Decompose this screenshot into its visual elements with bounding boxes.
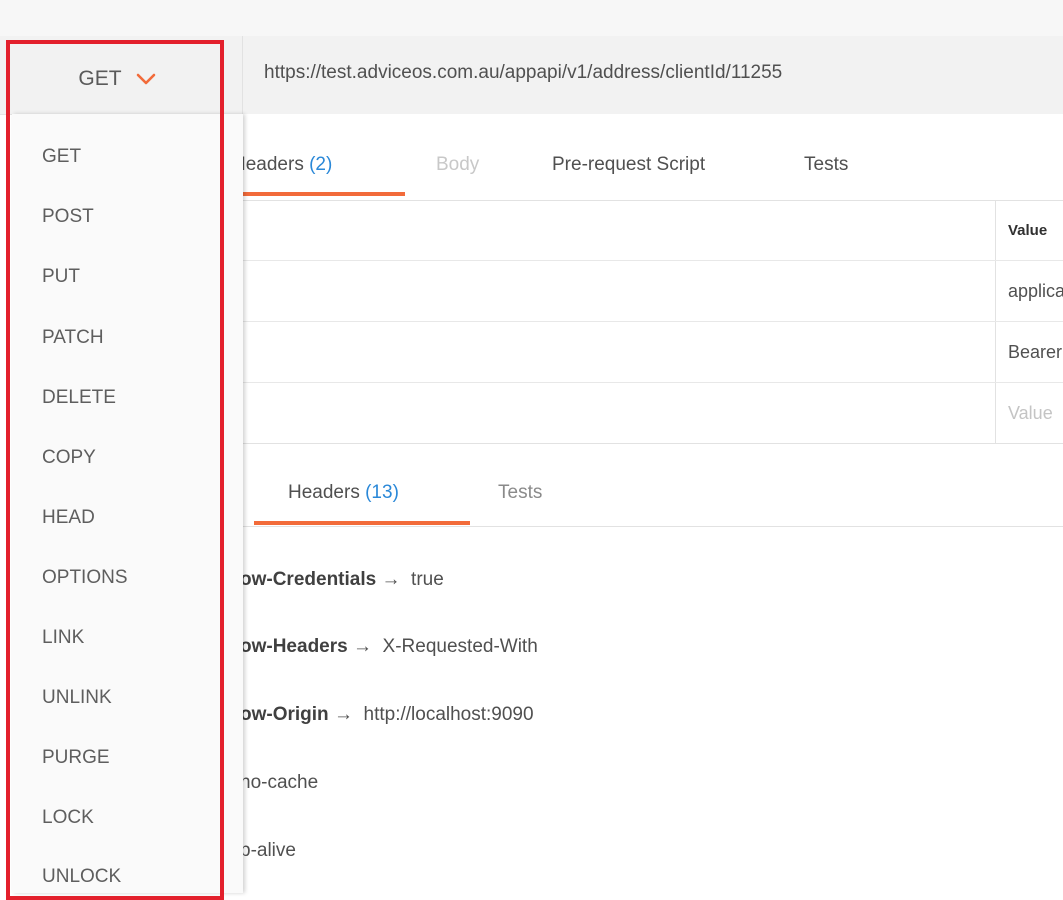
response-header-key: ow-Headers: [240, 636, 348, 657]
response-header-line: ow-Credentials → true: [240, 569, 444, 591]
method-option-lock[interactable]: LOCK: [42, 807, 94, 829]
arrow-icon: →: [381, 569, 401, 590]
tab-tests[interactable]: Tests: [804, 154, 848, 176]
request-headers-table: Value application/json Bearer Value: [222, 200, 1063, 444]
method-option-unlock[interactable]: UNLOCK: [42, 866, 121, 888]
response-header-key: ow-Origin: [240, 704, 329, 725]
top-strip: [0, 0, 1063, 36]
method-option-head[interactable]: HEAD: [42, 507, 95, 529]
method-option-patch[interactable]: PATCH: [42, 327, 104, 349]
response-header-line: ow-Headers → X-Requested-With: [240, 636, 538, 658]
method-option-options[interactable]: OPTIONS: [42, 567, 128, 589]
header-value-cell[interactable]: application/json: [995, 261, 1063, 321]
response-header-key: ow-Credentials: [240, 569, 377, 590]
request-tabs: Headers (2) Body Pre-request Script Test…: [222, 114, 1063, 201]
response-header-value: true: [411, 569, 444, 590]
method-selector-button[interactable]: GET: [12, 44, 222, 114]
tab-body[interactable]: Body: [436, 154, 479, 176]
url-input[interactable]: https://test.adviceos.com.au/appapi/v1/a…: [264, 62, 782, 84]
response-header-value: p-alive: [240, 840, 296, 861]
arrow-icon: →: [333, 704, 353, 725]
response-tab-tests[interactable]: Tests: [498, 482, 542, 504]
method-option-unlink[interactable]: UNLINK: [42, 687, 112, 709]
method-option-post[interactable]: POST: [42, 206, 94, 228]
method-option-put[interactable]: PUT: [42, 266, 80, 288]
tab-pre-request-script[interactable]: Pre-request Script: [552, 154, 705, 176]
method-option-delete[interactable]: DELETE: [42, 387, 116, 409]
url-divider: [242, 36, 243, 114]
response-tab-headers[interactable]: Headers (13): [288, 482, 399, 504]
table-row-new: Value: [222, 383, 1063, 444]
method-option-purge[interactable]: PURGE: [42, 747, 110, 769]
value-column-header: Value: [995, 200, 1063, 260]
new-value-placeholder[interactable]: Value: [995, 383, 1063, 443]
method-dropdown-menu: GET POST PUT PATCH DELETE COPY HEAD OPTI…: [12, 114, 243, 893]
table-row: Bearer: [222, 322, 1063, 383]
response-tab-headers-count: (13): [365, 482, 399, 503]
tab-headers-count: (2): [309, 154, 333, 175]
tab-active-indicator: [222, 192, 405, 196]
table-header-row: Value: [222, 200, 1063, 261]
response-header-line: p-alive: [240, 840, 296, 862]
response-header-line: no-cache: [240, 772, 318, 794]
arrow-icon: →: [352, 636, 372, 657]
header-value-cell[interactable]: Bearer: [995, 322, 1063, 382]
chevron-down-icon: [136, 73, 156, 85]
response-tab-headers-label: Headers: [288, 482, 360, 503]
response-header-line: ow-Origin → http://localhost:9090: [240, 704, 534, 726]
table-row: application/json: [222, 261, 1063, 322]
response-header-value: http://localhost:9090: [363, 704, 534, 725]
method-option-get[interactable]: GET: [42, 146, 81, 168]
method-option-copy[interactable]: COPY: [42, 447, 96, 469]
response-panel: Headers (13) Tests ow-Credentials → true…: [222, 443, 1063, 894]
response-header-value: X-Requested-With: [382, 636, 538, 657]
method-label: GET: [78, 67, 122, 90]
method-option-link[interactable]: LINK: [42, 627, 84, 649]
response-tabs: Headers (13) Tests: [222, 444, 1063, 527]
tab-headers[interactable]: Headers (2): [232, 154, 332, 176]
response-tab-active-indicator: [254, 521, 470, 525]
response-header-value: no-cache: [240, 772, 319, 793]
